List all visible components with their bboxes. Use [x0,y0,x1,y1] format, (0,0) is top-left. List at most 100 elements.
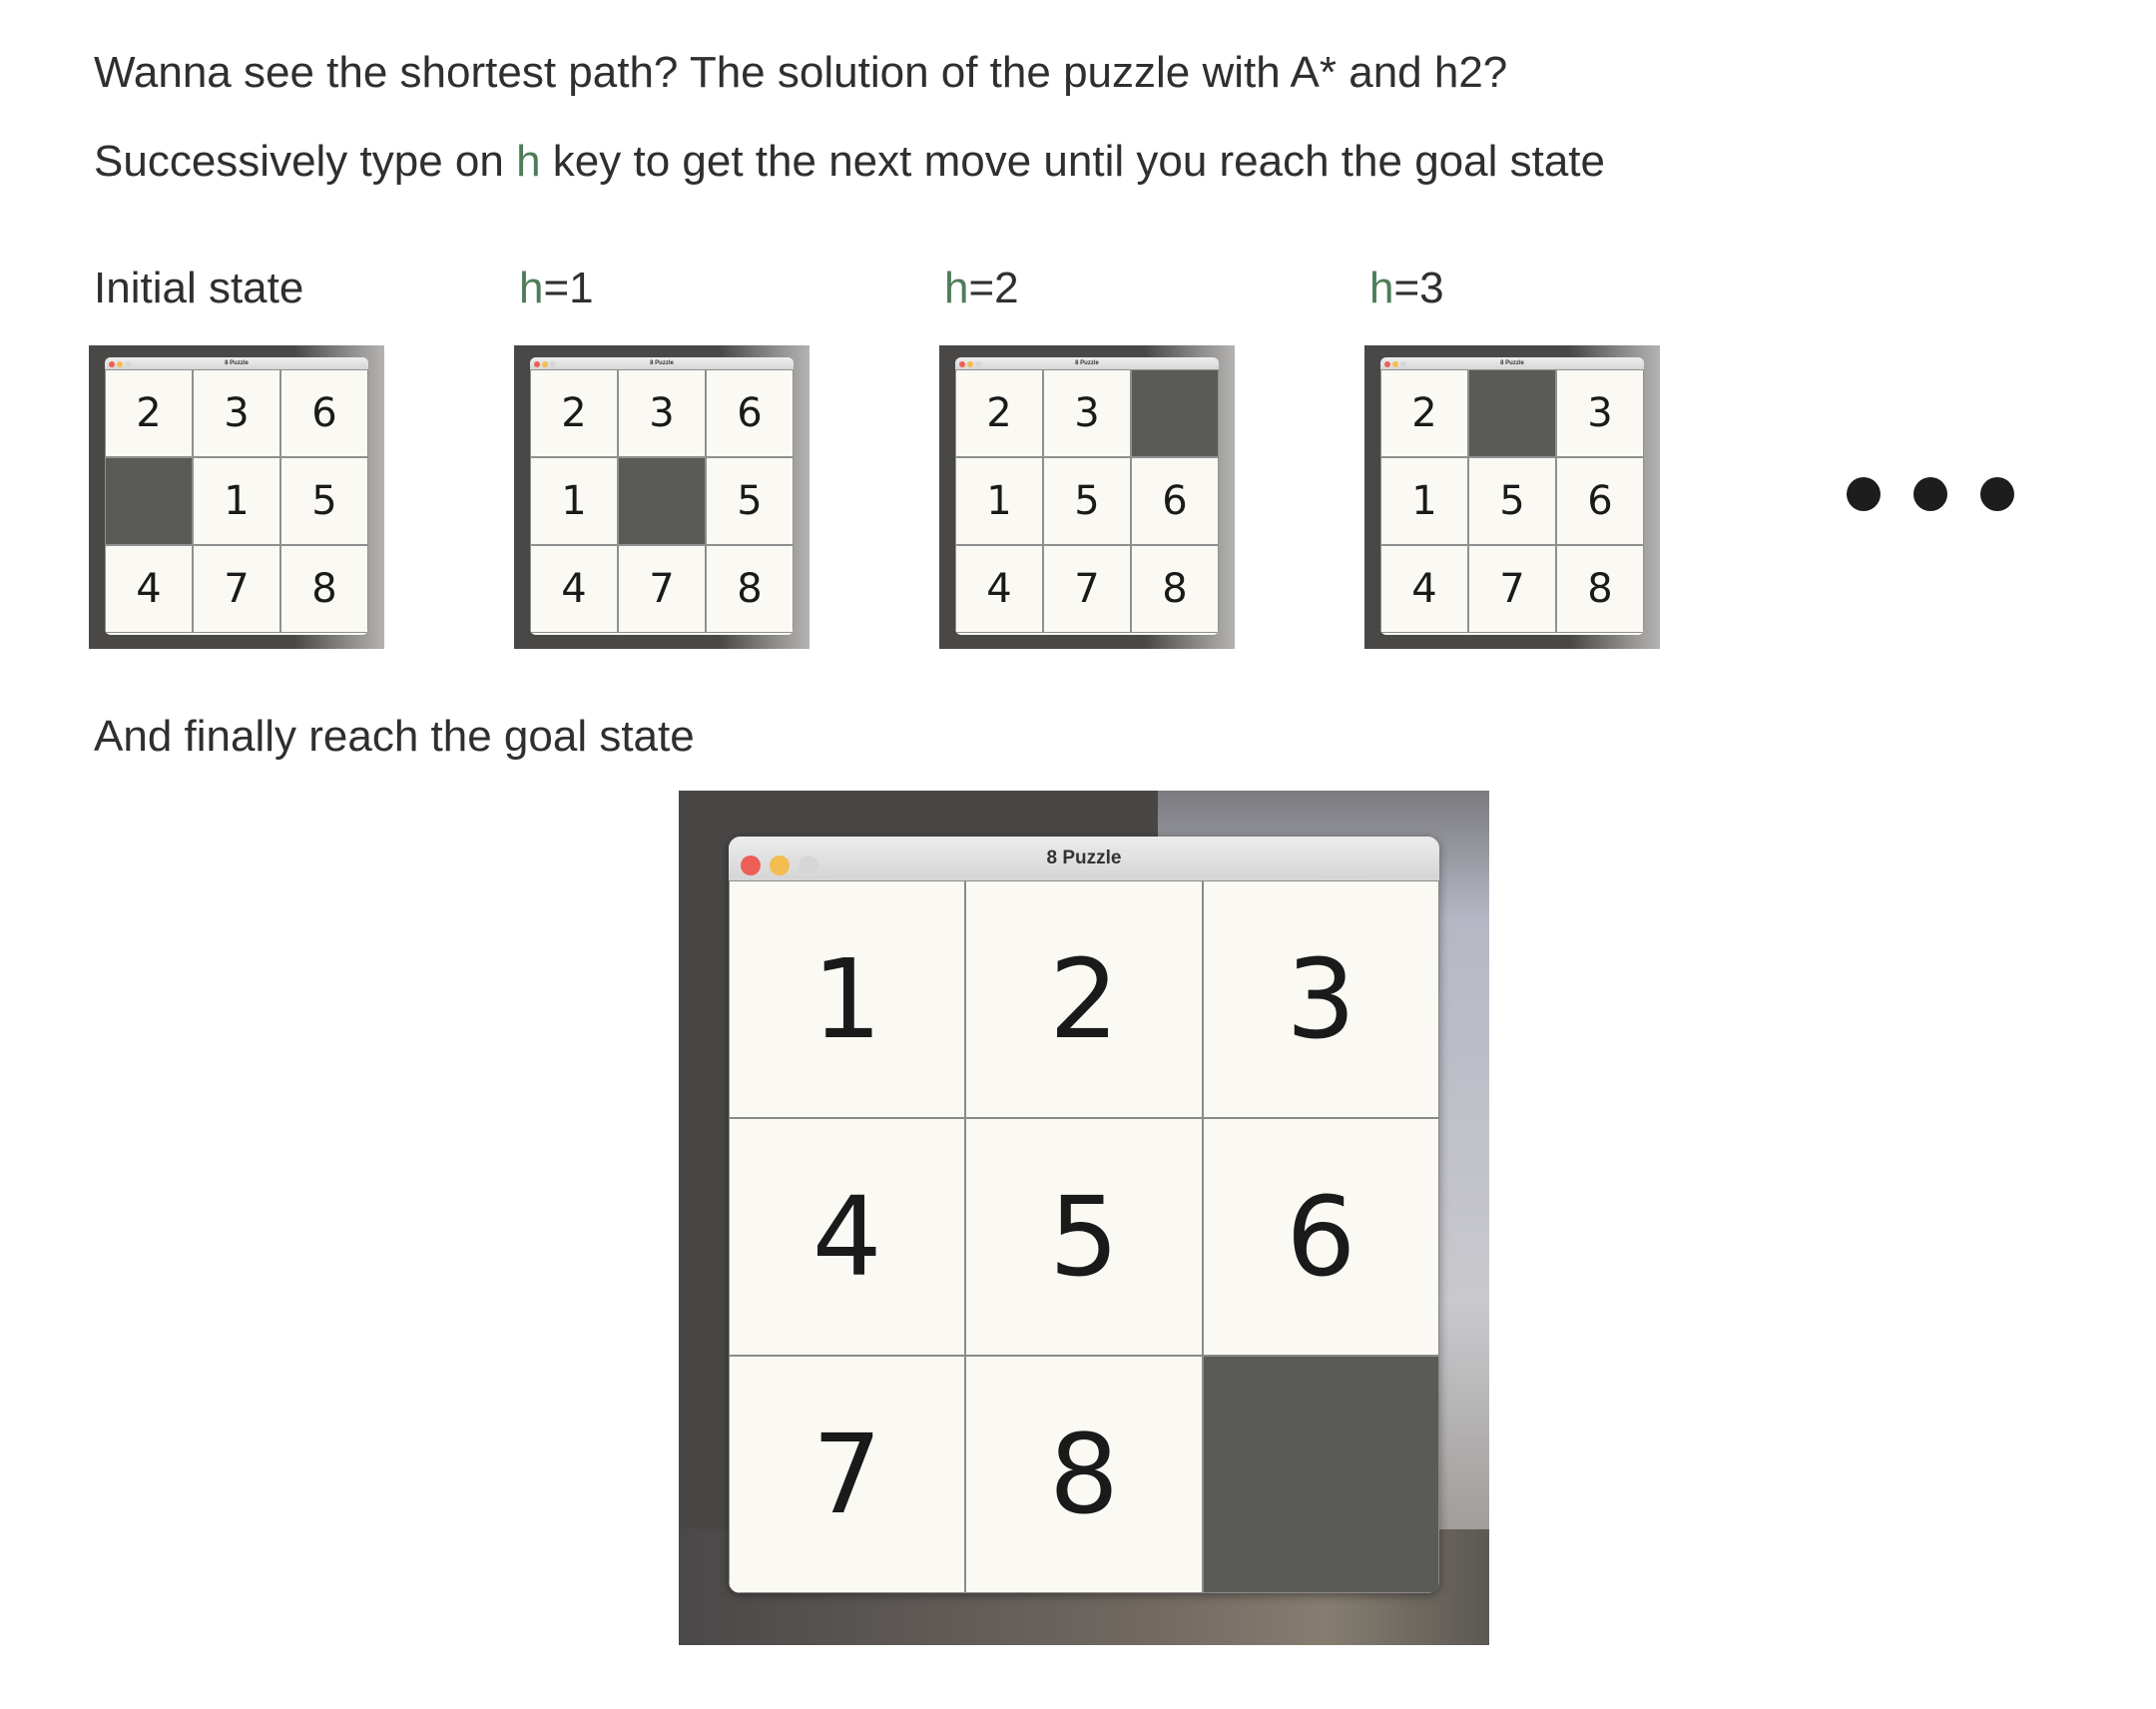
puzzle-tile: 3 [193,369,280,457]
puzzle-tile: 6 [706,369,794,457]
puzzle-tile: 5 [706,457,794,545]
window-title: 8 Puzzle [1500,360,1524,366]
goal-state-screenshot: 8 Puzzle 1 2 3 4 5 6 7 8 [679,791,1489,1645]
puzzle-tile: 2 [530,369,618,457]
blank-tile[interactable] [1202,1356,1439,1593]
puzzle-tile: 5 [1468,457,1556,545]
close-dot-icon [109,361,115,367]
step-label-initial: Initial state [94,264,304,312]
puzzle-tile: 2 [1380,369,1468,457]
puzzle-tile: 4 [105,545,193,633]
intro-line-2-post: key to get the next move until you reach… [540,137,1605,186]
step-label-h3: h=3 [1369,264,1444,313]
step-label-key: h [944,264,969,312]
puzzle-tile: 7 [1468,545,1556,633]
puzzle-grid: 1 2 3 4 5 6 7 8 [729,880,1439,1593]
puzzle-tile: 4 [1380,545,1468,633]
puzzle-window: 8 Puzzle 1 2 3 4 5 6 7 8 [729,837,1439,1593]
minimize-dot-icon [1392,361,1398,367]
window-title: 8 Puzzle [225,360,249,366]
puzzle-thumbnail-initial: 8 Puzzle 2 3 6 1 5 4 7 8 [89,345,384,649]
puzzle-window: 8 Puzzle 2 3 1 5 6 4 7 8 [955,357,1219,635]
step-label-h1: h=1 [519,264,594,313]
puzzle-tile[interactable]: 7 [729,1356,966,1593]
close-dot-icon [534,361,540,367]
blank-tile [105,457,193,545]
puzzle-tile: 8 [706,545,794,633]
ellipsis-icon [1847,477,2047,516]
puzzle-tile: 6 [1131,457,1219,545]
puzzle-grid: 2 3 1 5 6 4 7 8 [955,369,1219,633]
minimize-dot-icon [542,361,548,367]
blank-tile [1131,369,1219,457]
window-titlebar: 8 Puzzle [1380,357,1644,369]
puzzle-tile: 2 [955,369,1043,457]
zoom-dot-icon [1400,361,1406,367]
blank-tile [618,457,706,545]
puzzle-tile: 8 [280,545,368,633]
puzzle-tile[interactable]: 6 [1202,1118,1439,1356]
puzzle-thumbnail-h3: 8 Puzzle 2 3 1 5 6 4 7 8 [1364,345,1660,649]
puzzle-tile: 6 [1556,457,1644,545]
window-titlebar: 8 Puzzle [105,357,368,369]
step-label-key: h [519,264,544,312]
window-titlebar: 8 Puzzle [530,357,794,369]
puzzle-tile: 5 [280,457,368,545]
puzzle-grid: 2 3 1 5 6 4 7 8 [1380,369,1644,633]
puzzle-tile: 1 [1380,457,1468,545]
window-titlebar: 8 Puzzle [729,837,1439,881]
puzzle-grid: 2 3 6 1 5 4 7 8 [105,369,368,633]
puzzle-tile[interactable]: 8 [965,1356,1203,1593]
minimize-dot-icon [967,361,973,367]
puzzle-tile: 7 [618,545,706,633]
puzzle-tile[interactable]: 4 [729,1118,966,1356]
minimize-dot-icon[interactable] [770,855,790,875]
intro-line-2: Successively type on h key to get the ne… [94,137,1605,187]
blank-tile [1468,369,1556,457]
goal-caption: And finally reach the goal state [94,712,695,761]
puzzle-tile: 4 [530,545,618,633]
minimize-dot-icon [117,361,123,367]
puzzle-tile: 5 [1043,457,1131,545]
intro-line-2-pre: Successively type on [94,137,517,186]
puzzle-tile: 7 [193,545,280,633]
step-label-value: =2 [968,264,1019,312]
zoom-dot-icon [125,361,131,367]
puzzle-window: 8 Puzzle 2 3 6 1 5 4 7 8 [105,357,368,635]
window-titlebar: 8 Puzzle [955,357,1219,369]
puzzle-tile[interactable]: 5 [965,1118,1203,1356]
h-key-label: h [516,137,541,186]
close-dot-icon [959,361,965,367]
close-dot-icon[interactable] [741,855,761,875]
puzzle-tile[interactable]: 2 [965,880,1203,1118]
step-label-value: =1 [543,264,594,312]
puzzle-tile: 8 [1131,545,1219,633]
puzzle-tile: 3 [1043,369,1131,457]
puzzle-tile: 3 [1556,369,1644,457]
intro-line-1: Wanna see the shortest path? The solutio… [94,48,1508,97]
puzzle-tile: 8 [1556,545,1644,633]
puzzle-tile: 2 [105,369,193,457]
zoom-dot-icon [550,361,556,367]
step-label-h2: h=2 [944,264,1019,313]
puzzle-window: 8 Puzzle 2 3 6 1 5 4 7 8 [530,357,794,635]
puzzle-tile[interactable]: 1 [729,880,966,1118]
window-title: 8 Puzzle [1075,360,1099,366]
window-title: 8 Puzzle [650,360,674,366]
puzzle-tile: 3 [618,369,706,457]
puzzle-thumbnail-h2: 8 Puzzle 2 3 1 5 6 4 7 8 [939,345,1235,649]
zoom-dot-icon [975,361,981,367]
puzzle-tile: 7 [1043,545,1131,633]
puzzle-thumbnail-h1: 8 Puzzle 2 3 6 1 5 4 7 8 [514,345,809,649]
puzzle-tile: 1 [193,457,280,545]
zoom-dot-icon[interactable] [799,855,818,875]
puzzle-tile: 1 [955,457,1043,545]
window-title: 8 Puzzle [1046,848,1122,868]
puzzle-tile[interactable]: 3 [1202,880,1439,1118]
puzzle-tile: 4 [955,545,1043,633]
close-dot-icon [1384,361,1390,367]
puzzle-grid: 2 3 6 1 5 4 7 8 [530,369,794,633]
puzzle-tile: 6 [280,369,368,457]
puzzle-window: 8 Puzzle 2 3 1 5 6 4 7 8 [1380,357,1644,635]
step-label-value: =3 [1393,264,1444,312]
